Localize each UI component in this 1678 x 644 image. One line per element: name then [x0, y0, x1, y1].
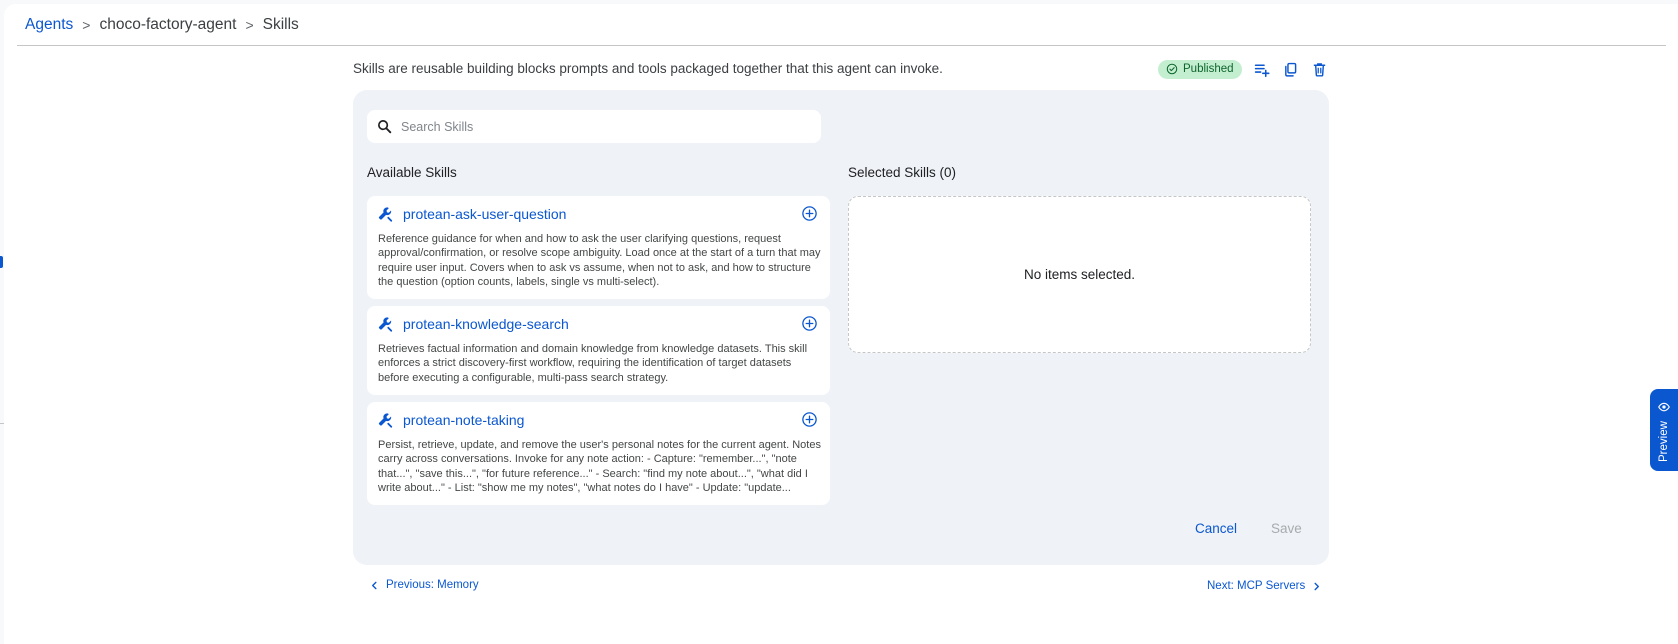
breadcrumb-separator: > [82, 17, 91, 33]
eye-icon [1658, 402, 1670, 412]
previous-step-label: Previous: Memory [386, 579, 479, 591]
selected-skills-dropzone: No items selected. [848, 196, 1311, 353]
search-input[interactable] [401, 119, 801, 134]
header-divider [17, 45, 1666, 46]
status-badge: Published [1158, 59, 1242, 79]
next-step-label: Next: MCP Servers [1207, 580, 1306, 592]
selected-skills-heading: Selected Skills (0) [848, 165, 957, 180]
copy-icon [1285, 62, 1297, 77]
previous-step-link[interactable]: Previous: Memory [370, 579, 479, 591]
delete-icon [1313, 62, 1326, 77]
breadcrumb-agent-name[interactable]: choco-factory-agent [99, 16, 236, 34]
chevron-right-icon [1314, 582, 1320, 590]
status-label: Published [1183, 63, 1234, 75]
search-box [367, 110, 821, 143]
skill-title[interactable]: protean-note-taking [403, 412, 524, 428]
preview-tab-label: Preview [1658, 421, 1670, 463]
search-icon [378, 120, 392, 134]
wrench-icon [378, 207, 393, 222]
copy-button[interactable] [1277, 55, 1305, 83]
skill-description: Reference guidance for when and how to a… [378, 233, 821, 288]
chevron-left-icon [372, 581, 377, 589]
save-button[interactable]: Save [1271, 521, 1302, 536]
empty-state-text: No items selected. [1023, 267, 1136, 282]
sidebar-edge-line [0, 423, 4, 424]
skill-card: protean-ask-user-question Reference guid… [367, 196, 830, 299]
add-circle-icon[interactable] [801, 411, 818, 428]
add-circle-icon[interactable] [801, 205, 818, 222]
skill-card: protean-note-taking Persist, retrieve, u… [367, 402, 830, 505]
available-skills-heading: Available Skills [367, 165, 457, 180]
page-description: Skills are reusable building blocks prom… [353, 61, 943, 76]
sidebar-edge-indicator [0, 256, 3, 268]
skill-description: Retrieves factual information and domain… [378, 343, 808, 384]
skill-description: Persist, retrieve, update, and remove th… [378, 439, 821, 494]
add-to-list-button[interactable] [1248, 55, 1276, 83]
cancel-button[interactable]: Cancel [1195, 521, 1237, 536]
playlist-add-icon [1254, 63, 1270, 77]
skills-panel: Available Skills Selected Skills (0) pro… [353, 90, 1329, 565]
wrench-icon [378, 317, 393, 332]
skill-title[interactable]: protean-knowledge-search [403, 316, 569, 332]
skill-title[interactable]: protean-ask-user-question [403, 206, 566, 222]
page: Agents > choco-factory-agent > Skills Sk… [4, 4, 1678, 644]
delete-button[interactable] [1306, 55, 1334, 83]
preview-tab[interactable]: Preview [1650, 389, 1678, 471]
breadcrumb-current: Skills [262, 16, 299, 33]
wrench-icon [378, 413, 393, 428]
breadcrumb-agents-link[interactable]: Agents [25, 16, 73, 34]
check-circle-icon [1166, 63, 1178, 75]
status-toolbar: Published [1158, 55, 1334, 83]
breadcrumb: Agents > choco-factory-agent > Skills [25, 16, 299, 34]
skill-card: protean-knowledge-search Retrieves factu… [367, 306, 830, 395]
breadcrumb-separator: > [245, 17, 254, 33]
add-circle-icon[interactable] [801, 315, 818, 332]
next-step-link[interactable]: Next: MCP Servers [1207, 580, 1321, 592]
